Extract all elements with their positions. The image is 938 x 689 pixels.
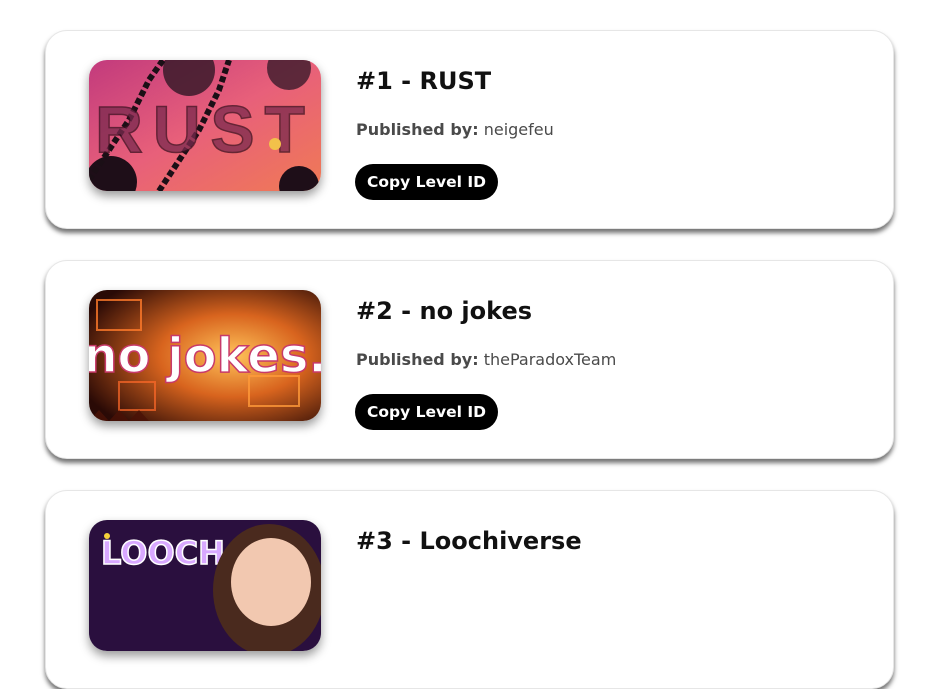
published-by-label: Published by: (356, 120, 479, 139)
level-title: #3 - Loochiverse (356, 527, 582, 555)
level-thumbnail-text: LOOCH (101, 534, 225, 572)
level-card: no jokes. #2 - no jokes Published by: th… (45, 260, 894, 459)
copy-level-id-button[interactable]: Copy Level ID (355, 164, 498, 200)
publisher-name: theParadoxTeam (483, 350, 617, 369)
publisher-name: neigefeu (483, 120, 554, 139)
level-card: LOOCH #3 - Loochiverse (45, 490, 894, 689)
level-thumbnail: no jokes. (89, 290, 321, 421)
level-thumbnail: RUST (89, 60, 321, 191)
level-publisher: Published by: neigefeu (356, 120, 554, 139)
published-by-label: Published by: (356, 350, 479, 369)
level-publisher: Published by: theParadoxTeam (356, 350, 616, 369)
level-title: #1 - RUST (356, 67, 492, 95)
copy-level-id-button[interactable]: Copy Level ID (355, 394, 498, 430)
level-card: RUST #1 - RUST Published by: neigefeu Co… (45, 30, 894, 229)
level-thumbnail-text: RUST (95, 92, 315, 166)
level-thumbnail-text: no jokes. (89, 328, 321, 384)
level-title: #2 - no jokes (356, 297, 533, 325)
level-thumbnail: LOOCH (89, 520, 321, 651)
